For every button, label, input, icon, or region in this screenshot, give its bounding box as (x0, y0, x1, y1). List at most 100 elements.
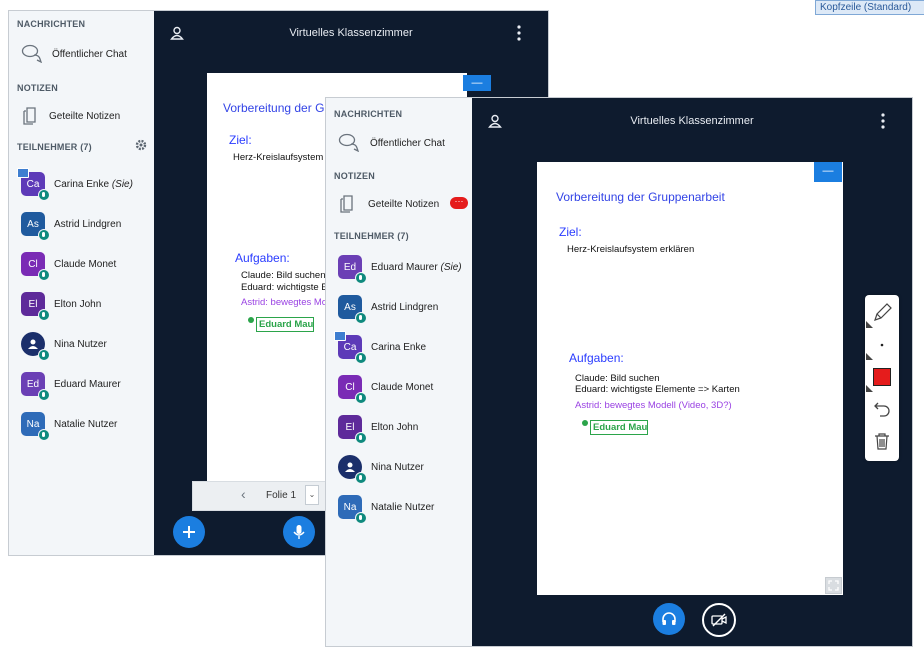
back-add-button[interactable] (173, 516, 205, 548)
back-minimize-button[interactable]: — (463, 75, 491, 91)
mic-status-icon (355, 312, 367, 324)
mic-status-icon (355, 272, 367, 284)
participant-name: Nina Nutzer (54, 339, 107, 350)
participant-you-suffix: (Sie) (111, 179, 133, 190)
participant-row[interactable]: El Elton John (326, 410, 472, 444)
avatar-initials: Cl (345, 381, 355, 393)
chevron-down-icon[interactable]: ⌄ (305, 485, 319, 505)
front-audio-button[interactable] (653, 603, 685, 635)
avatar: El (21, 292, 50, 321)
avatar: Cl (21, 252, 50, 281)
participant-name: Eduard Maurer (54, 379, 121, 390)
participant-row[interactable]: Ca Carina Enke (Sie) (9, 167, 155, 201)
notes-icon (23, 107, 36, 125)
avatar-initials: As (344, 301, 356, 313)
front-notes-label: Geteilte Notizen (368, 199, 440, 210)
avatar (338, 455, 367, 484)
participant-row[interactable]: As Astrid Lindgren (9, 207, 155, 241)
gear-icon[interactable] (135, 139, 147, 151)
avatar (21, 332, 50, 361)
chat-bubbles-icon (338, 133, 360, 152)
participant-name-text: Carina Enke (54, 179, 110, 190)
participant-name: Claude Monet (371, 382, 433, 393)
participant-row[interactable]: Cl Claude Monet (326, 370, 472, 404)
user-glyph-icon (345, 462, 355, 472)
participant-name-text: Claude Monet (371, 382, 434, 393)
participant-row[interactable]: El Elton John (9, 287, 155, 321)
front-section-participants: TEILNEHMER (7) (334, 231, 409, 241)
more-vert-icon[interactable] (880, 113, 886, 129)
mic-status-icon (38, 389, 50, 401)
back-sidebar: NACHRICHTEN Öffentlicher Chat NOTIZEN Ge… (9, 11, 154, 555)
participant-name-text: Eduard Maurer (371, 262, 438, 273)
front-window: NACHRICHTEN Öffentlicher Chat NOTIZEN Ge… (325, 97, 913, 647)
avatar-initials: As (27, 218, 39, 230)
mic-icon (293, 525, 305, 539)
headphones-icon (662, 612, 676, 625)
participant-row[interactable]: Cl Claude Monet (9, 247, 155, 281)
avatar-initials: Na (26, 418, 40, 430)
delete-tool[interactable] (865, 425, 899, 457)
participant-name: Elton John (54, 299, 101, 310)
back-cursor-label: Eduard Mau (256, 317, 314, 332)
back-chat-label: Öffentlicher Chat (52, 49, 127, 60)
mic-status-icon (355, 512, 367, 524)
participant-name-text: Natalie Nutzer (371, 502, 435, 513)
back-public-chat[interactable]: Öffentlicher Chat (9, 37, 154, 71)
back-slide-label: Folie 1 (266, 490, 297, 501)
back-task2: Eduard: wichtigste El (241, 282, 330, 293)
front-app-title: Virtuelles Klassenzimmer (630, 115, 754, 127)
participant-name: Astrid Lindgren (371, 302, 438, 313)
mic-status-icon (38, 229, 50, 241)
participant-row[interactable]: Na Natalie Nutzer (326, 490, 472, 524)
front-video-button[interactable] (702, 603, 736, 637)
camera-off-icon (711, 613, 727, 627)
fullscreen-icon[interactable] (825, 577, 842, 594)
participant-name-text: Elton John (54, 299, 102, 310)
participant-row[interactable]: As Astrid Lindgren (326, 290, 472, 324)
participant-name-text: Eduard Maurer (54, 379, 121, 390)
size-tool[interactable] (865, 329, 899, 361)
front-shared-notes[interactable]: Geteilte Notizen ··· (326, 188, 472, 220)
avatar: Ed (21, 372, 50, 401)
participant-name-text: Natalie Nutzer (54, 419, 118, 430)
participant-name: Elton John (371, 422, 418, 433)
back-section-messages: NACHRICHTEN (17, 19, 86, 29)
mic-status-icon (38, 429, 50, 441)
participant-row[interactable]: Ed Eduard Maurer (Sie) (326, 250, 472, 284)
front-slide: Vorbereitung der Gruppenarbeit Ziel: Her… (537, 162, 843, 595)
participant-row[interactable]: Ed Eduard Maurer (9, 367, 155, 401)
more-vert-icon[interactable] (516, 25, 522, 41)
participant-row[interactable]: Nina Nutzer (9, 327, 155, 361)
undo-icon (874, 402, 890, 417)
front-task1: Claude: Bild suchen (575, 373, 660, 384)
chat-bubbles-icon (21, 44, 43, 63)
pencil-tool[interactable] (865, 297, 899, 329)
front-task3: Astrid: bewegtes Modell (Video, 3D?) (575, 400, 732, 411)
back-notes-label: Geteilte Notizen (49, 111, 121, 122)
chevron-left-icon[interactable]: ‹ (241, 486, 246, 502)
header-style-badge: Kopfzeile (Standard) (815, 0, 924, 15)
participant-name-text: Elton John (371, 422, 419, 433)
front-public-chat[interactable]: Öffentlicher Chat (326, 126, 472, 160)
back-shared-notes[interactable]: Geteilte Notizen (9, 101, 154, 133)
back-mic-button[interactable] (283, 516, 315, 548)
participant-name: Carina Enke (371, 342, 426, 353)
avatar: Ed (338, 255, 367, 284)
participant-row[interactable]: Nina Nutzer (326, 450, 472, 484)
front-section-messages: NACHRICHTEN (334, 109, 403, 119)
participant-row[interactable]: Ca Carina Enke (326, 330, 472, 364)
undo-tool[interactable] (865, 393, 899, 425)
front-minimize-button[interactable]: — (814, 162, 842, 182)
front-section-notes: NOTIZEN (334, 171, 375, 181)
mic-status-icon (38, 309, 50, 321)
notes-icon (340, 195, 353, 213)
avatar-initials: Na (343, 501, 357, 513)
avatar-initials: El (345, 421, 355, 433)
avatar-initials: Ed (26, 378, 40, 390)
color-tool[interactable] (865, 361, 899, 393)
plus-icon (183, 526, 195, 538)
back-section-notes: NOTIZEN (17, 83, 58, 93)
participant-row[interactable]: Na Natalie Nutzer (9, 407, 155, 441)
mic-status-icon (38, 189, 50, 201)
